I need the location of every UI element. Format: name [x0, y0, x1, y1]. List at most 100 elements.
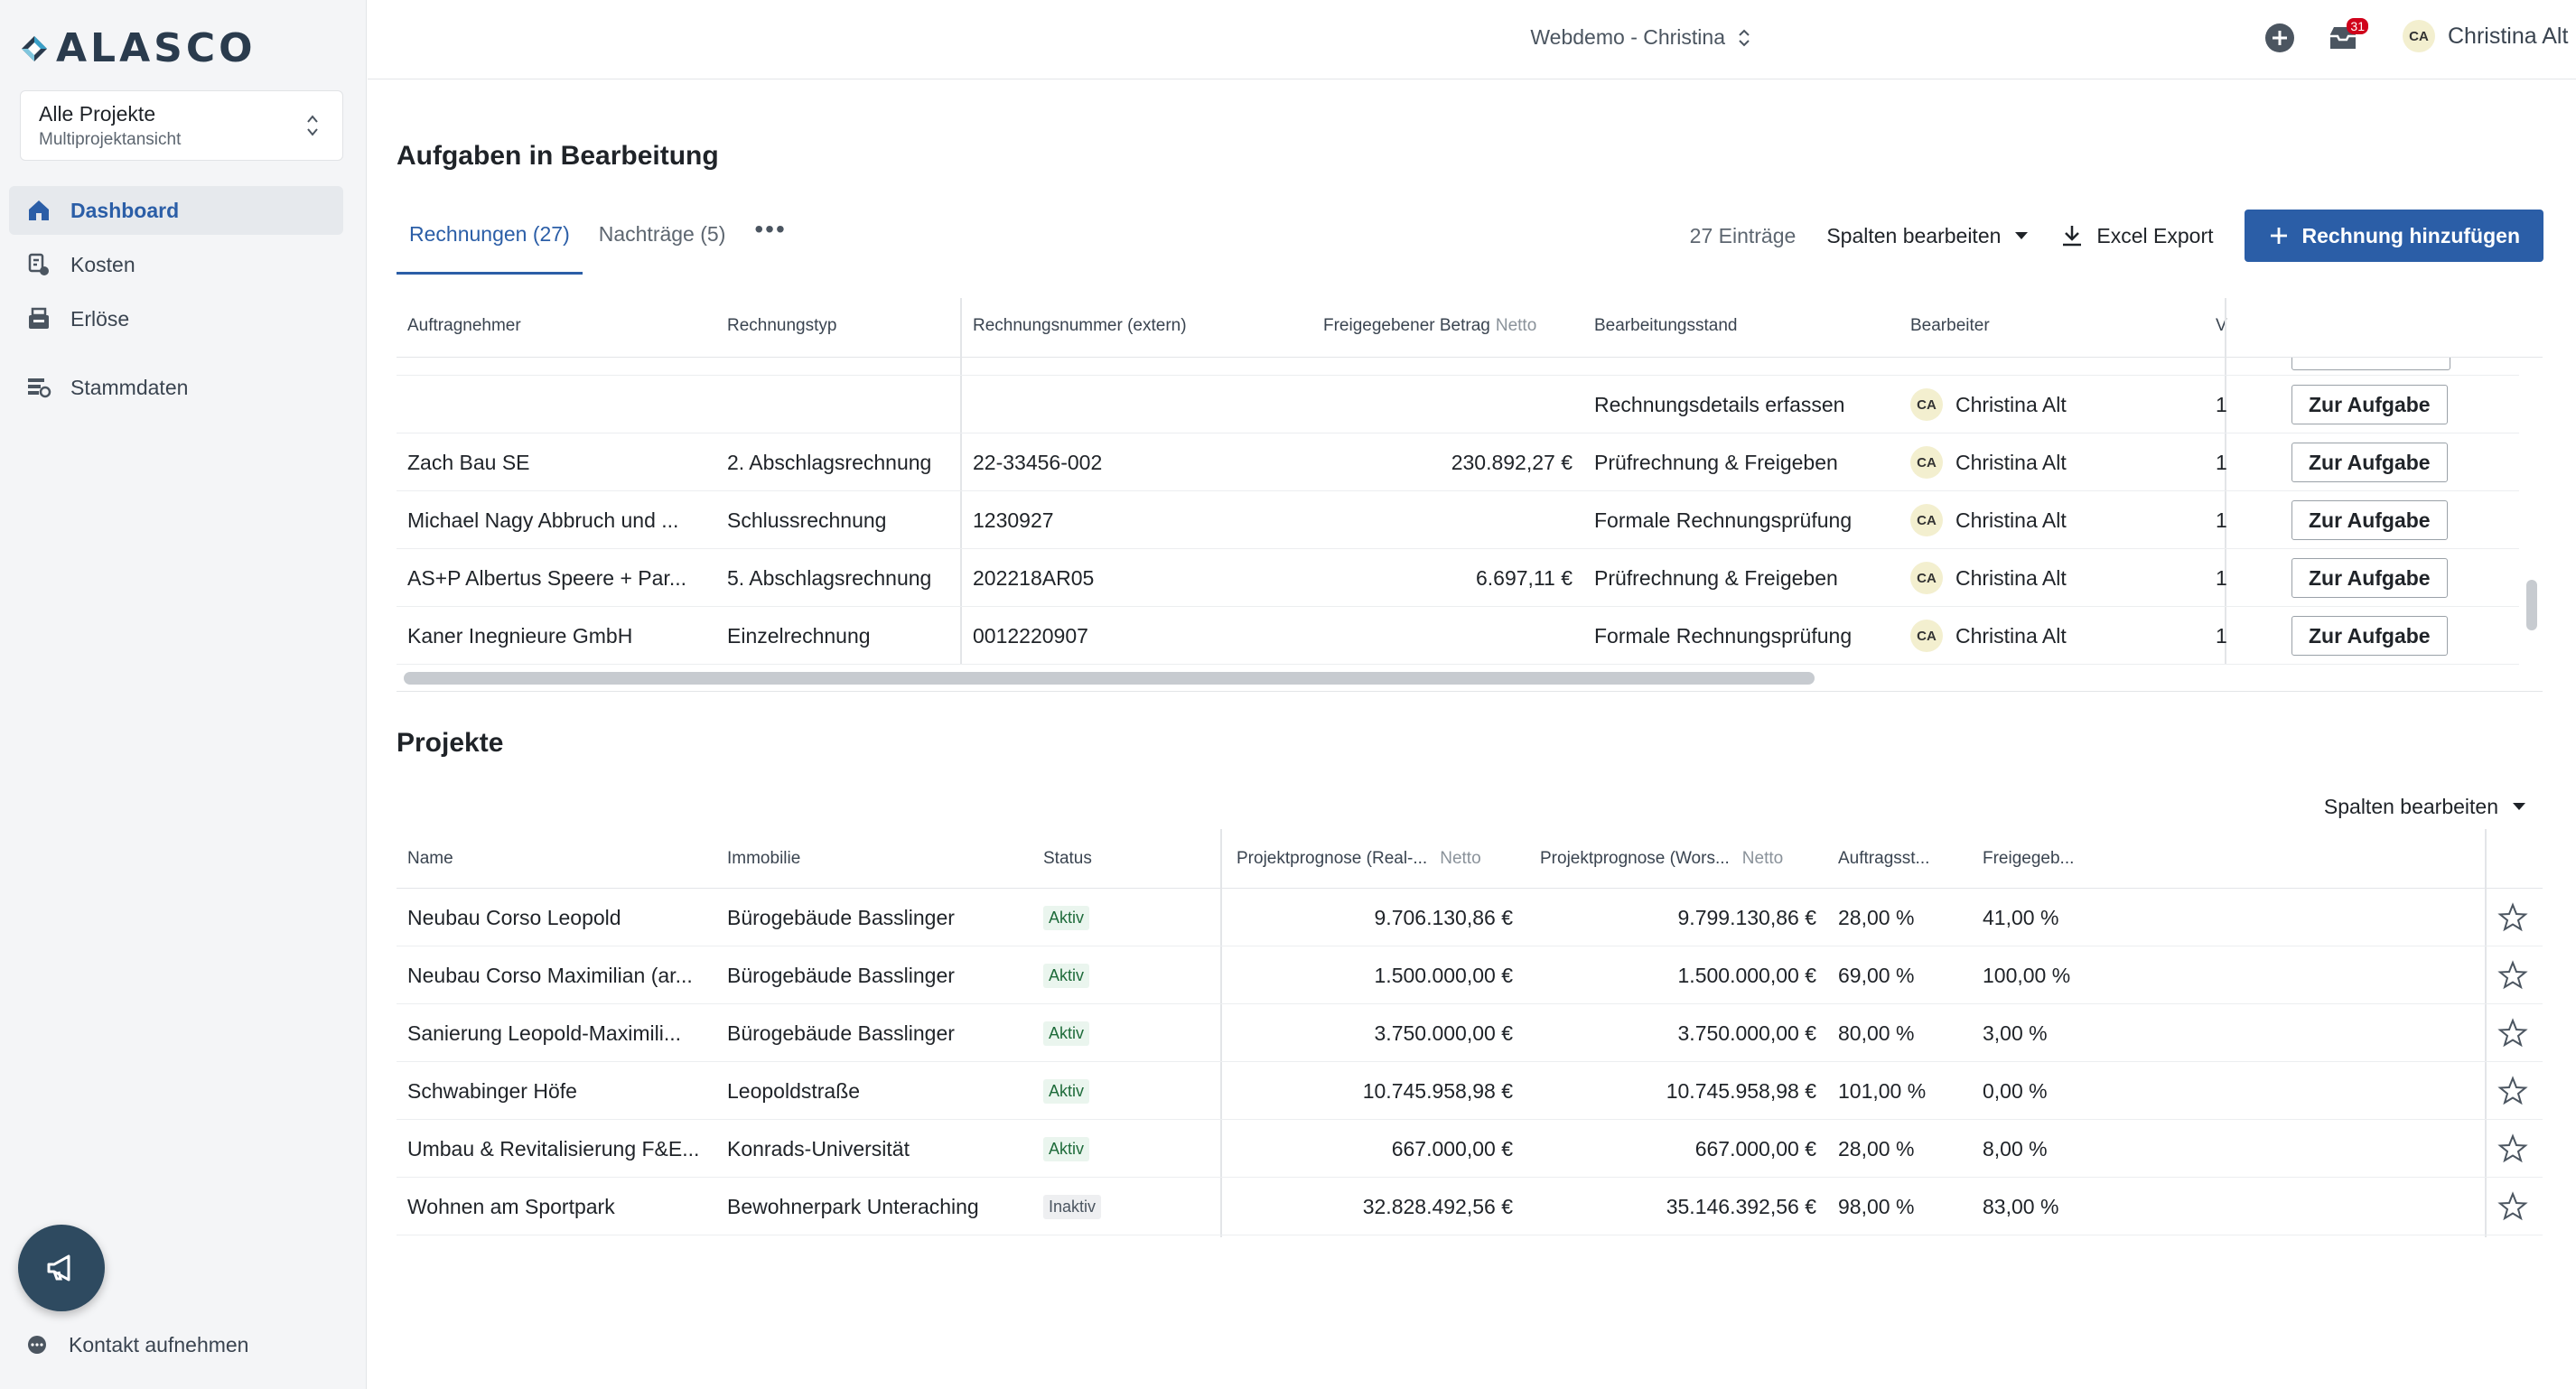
- sidebar-item-kosten[interactable]: Kosten: [9, 240, 343, 289]
- table-row[interactable]: Schwabinger Höfe Leopoldstraße Aktiv 10.…: [397, 1062, 2543, 1120]
- zur-aufgabe-button[interactable]: Zur Aufgabe: [2291, 616, 2448, 656]
- announcement-button[interactable]: [18, 1225, 105, 1311]
- revenue-icon: [25, 305, 52, 332]
- sidebar-item-dashboard[interactable]: Dashboard: [9, 186, 343, 235]
- forecast-real: 1.500.000,00 €: [1374, 963, 1513, 987]
- topbar: Webdemo - Christina 31 CA Christina Alt: [368, 0, 2576, 79]
- property: Bewohnerpark Unteraching: [727, 1194, 979, 1218]
- projects-edit-columns-dropdown[interactable]: Spalten bearbeiten: [2324, 795, 2527, 819]
- released: 0,00 %: [1983, 1078, 2048, 1103]
- amount: [1323, 607, 1573, 665]
- table-row[interactable]: Michael Nagy Abbruch und ... Schlussrech…: [397, 491, 2519, 549]
- forecast-real: 667.000,00 €: [1391, 1136, 1513, 1161]
- logo-text: ALASCO: [56, 25, 257, 71]
- star-icon[interactable]: [2497, 1133, 2528, 1164]
- logo[interactable]: ALASCO: [18, 25, 257, 71]
- sidebar-item-erloese[interactable]: Erlöse: [9, 294, 343, 343]
- state: Prüfrechnung & Freigeben: [1594, 450, 1838, 474]
- tab-rechnungen[interactable]: Rechnungen (27): [397, 206, 583, 275]
- assignee-name: Christina Alt: [1955, 623, 2067, 648]
- table-row[interactable]: Neubau Corso Maximilian (ar... Bürogebäu…: [397, 946, 2543, 1004]
- updown-chevron-icon: [1739, 29, 1750, 46]
- project-name: Umbau & Revitalisierung F&E...: [407, 1136, 700, 1161]
- forecast-worst: 35.146.392,56 €: [1666, 1194, 1816, 1218]
- project-selector[interactable]: Alle Projekte Multiprojektansicht: [20, 90, 343, 161]
- col-invoice-number[interactable]: Rechnungsnummer (extern): [973, 316, 1187, 336]
- inbox-icon[interactable]: 31: [2327, 18, 2368, 54]
- status-badge: Aktiv: [1043, 1078, 1090, 1104]
- col-name[interactable]: Name: [407, 849, 453, 869]
- sidebar-item-stammdaten[interactable]: Stammdaten: [9, 363, 343, 412]
- contractor: [407, 376, 714, 433]
- project-name: Wohnen am Sportpark: [407, 1194, 615, 1218]
- tenant-name: Webdemo - Christina: [1530, 25, 1725, 49]
- table-row[interactable]: Sanierung Leopold-Maximili... Bürogebäud…: [397, 1004, 2543, 1062]
- star-icon[interactable]: [2497, 902, 2528, 933]
- action-cell: Zur Aufgabe: [2291, 491, 2448, 549]
- col-order-status[interactable]: Auftragsst...: [1838, 849, 1929, 869]
- table-row[interactable]: Wohnen am Sportpark Bewohnerpark Unterac…: [397, 1178, 2543, 1235]
- zur-aufgabe-button[interactable]: Zur Aufgabe: [2291, 385, 2448, 424]
- add-icon[interactable]: [2263, 22, 2296, 54]
- released: 41,00 %: [1983, 905, 2059, 929]
- forecast-worst: 9.799.130,86 €: [1677, 905, 1816, 929]
- invoice-type: Einzelrechnung: [727, 623, 871, 648]
- zur-aufgabe-button[interactable]: [2291, 358, 2450, 370]
- col-contractor[interactable]: Auftragnehmer: [407, 316, 521, 336]
- sidebar-item-label: Dashboard: [70, 198, 180, 222]
- add-invoice-button[interactable]: Rechnung hinzufügen: [2244, 210, 2543, 262]
- horizontal-scrollbar-thumb[interactable]: [404, 672, 1815, 685]
- col-forecast-real[interactable]: Projektprognose (Real-... Netto: [1237, 849, 1481, 869]
- projects-table-header: Name Immobilie Status Projektprognose (R…: [397, 829, 2543, 889]
- favorite-cell: [2497, 1178, 2528, 1235]
- col-state[interactable]: Bearbeitungsstand: [1594, 316, 1737, 336]
- invoice-type: Schlussrechnung: [727, 508, 887, 532]
- star-icon[interactable]: [2497, 960, 2528, 991]
- col-forecast-worst[interactable]: Projektprognose (Wors... Netto: [1540, 849, 1783, 869]
- sidebar-nav: Dashboard Kosten Erlöse Stammdaten: [9, 186, 343, 417]
- col-status[interactable]: Status: [1043, 849, 1092, 869]
- megaphone-icon: [47, 1254, 70, 1282]
- col-released[interactable]: Freigegeb...: [1983, 849, 2074, 869]
- user-menu[interactable]: CA Christina Alt: [2403, 20, 2576, 52]
- table-row[interactable]: Kaner Inegnieure GmbH Einzelrechnung 001…: [397, 607, 2519, 665]
- zur-aufgabe-button[interactable]: Zur Aufgabe: [2291, 443, 2448, 482]
- forecast-real: 32.828.492,56 €: [1362, 1194, 1513, 1218]
- star-icon[interactable]: [2497, 1076, 2528, 1106]
- table-row[interactable]: Umbau & Revitalisierung F&E... Konrads-U…: [397, 1120, 2543, 1178]
- edit-columns-dropdown[interactable]: Spalten bearbeiten: [1826, 224, 2030, 248]
- contact-link[interactable]: Kontakt aufnehmen: [25, 1333, 248, 1357]
- col-invoice-type[interactable]: Rechnungstyp: [727, 316, 836, 336]
- excel-export-button[interactable]: Excel Export: [2060, 223, 2214, 248]
- zur-aufgabe-button[interactable]: Zur Aufgabe: [2291, 500, 2448, 540]
- vertical-scrollbar-thumb[interactable]: [2526, 580, 2537, 630]
- star-icon[interactable]: [2497, 1018, 2528, 1049]
- star-icon[interactable]: [2497, 1191, 2528, 1222]
- col-assignee[interactable]: Bearbeiter: [1910, 316, 1990, 336]
- zur-aufgabe-button[interactable]: Zur Aufgabe: [2291, 558, 2448, 598]
- horizontal-scrollbar[interactable]: [397, 665, 2543, 692]
- status-badge: Aktiv: [1043, 1021, 1090, 1046]
- tenant-selector[interactable]: Webdemo - Christina: [1530, 25, 1750, 50]
- table-row[interactable]: Zach Bau SE 2. Abschlagsrechnung 22-3345…: [397, 433, 2519, 491]
- state: Formale Rechnungsprüfung: [1594, 508, 1853, 532]
- sidebar: ALASCO Alle Projekte Multiprojektansicht…: [0, 0, 367, 1389]
- table-row[interactable]: Neubau Corso Leopold Bürogebäude Basslin…: [397, 889, 2543, 946]
- table-row[interactable]: Rechnungsdetails erfassen CA Christina Al…: [397, 376, 2519, 433]
- table-row[interactable]: AS+P Albertus Speere + Par... 5. Abschla…: [397, 549, 2519, 607]
- sidebar-item-label: Stammdaten: [70, 375, 189, 399]
- status-cell: Aktiv: [1043, 1062, 1090, 1120]
- invoice-type: 5. Abschlagsrechnung: [727, 565, 932, 590]
- project-selector-title: Alle Projekte: [39, 102, 156, 126]
- tab-nachtraege[interactable]: Nachträge (5): [586, 206, 739, 275]
- status-badge: Aktiv: [1043, 1136, 1090, 1161]
- status-badge: Aktiv: [1043, 963, 1090, 988]
- vertical-scrollbar[interactable]: [2521, 358, 2541, 665]
- col-amount[interactable]: Freigegebener Betrag Netto: [1323, 316, 1536, 336]
- col-property[interactable]: Immobilie: [727, 849, 800, 869]
- more-tabs-icon[interactable]: •••: [742, 206, 798, 275]
- home-icon: [25, 197, 52, 224]
- assignee-cell: CA Christina Alt: [1910, 607, 2208, 665]
- status-cell: Aktiv: [1043, 946, 1090, 1004]
- assignee-cell: CA Christina Alt: [1910, 549, 2208, 607]
